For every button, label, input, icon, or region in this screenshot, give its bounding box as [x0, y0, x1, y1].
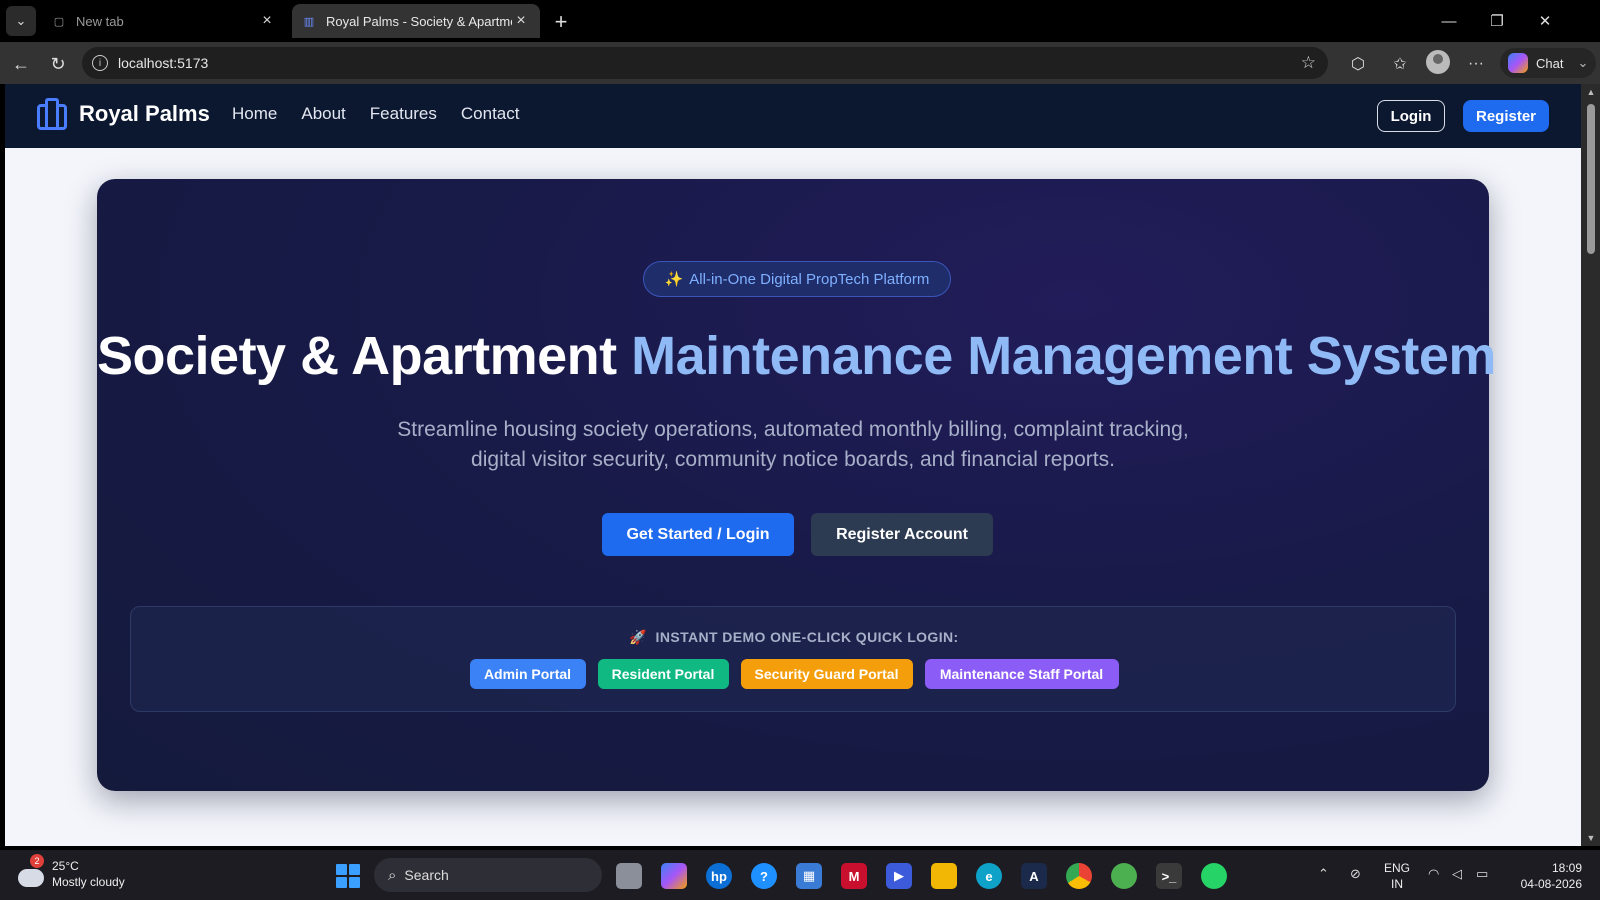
brand-logo[interactable]: Royal Palms — [37, 98, 210, 130]
volume-icon[interactable]: ◁ — [1452, 866, 1462, 882]
scroll-up-arrow-icon[interactable]: ▲ — [1585, 87, 1597, 97]
time: 18:09 — [1551, 861, 1582, 875]
cloud-icon — [18, 869, 44, 887]
tab-list-chevron-icon[interactable]: ⌄ — [6, 6, 36, 36]
more-menu-icon[interactable]: ··· — [1464, 52, 1488, 76]
register-button[interactable]: Register — [1463, 100, 1549, 132]
brand-name: Royal Palms — [79, 101, 210, 126]
close-tab-icon[interactable]: × — [512, 12, 530, 30]
page-scrollbar[interactable]: ▲ ▼ — [1581, 84, 1600, 846]
copilot-chat-button[interactable]: Chat ⌄ — [1500, 48, 1596, 78]
mongodb-compass-icon[interactable] — [1111, 863, 1137, 889]
browser-address-bar: ← ↻ i localhost:5173 ☆ ⬡ ✩ ··· — [0, 42, 1600, 84]
rocket-icon: 🚀 — [629, 629, 648, 645]
url-field[interactable]: i localhost:5173 ☆ — [82, 47, 1328, 79]
nav-link-features[interactable]: Features — [370, 104, 437, 124]
hp-app-icon[interactable]: hp — [706, 863, 732, 889]
get-started-login-button[interactable]: Get Started / Login — [602, 513, 794, 556]
site-navbar: Royal Palms Home About Features Contact … — [5, 84, 1581, 148]
tab-royal-palms[interactable]: ▥ Royal Palms - Society & Apartment × — [292, 4, 540, 38]
notifications-muted-icon[interactable]: ⊘ — [1350, 866, 1361, 882]
search-icon: ⌕ — [388, 866, 397, 884]
reload-icon[interactable]: ↻ — [45, 51, 71, 77]
restore-icon[interactable]: ❐ — [1474, 8, 1520, 34]
new-tab-plus-icon[interactable]: + — [548, 9, 574, 35]
nav-link-about[interactable]: About — [301, 104, 345, 124]
page-viewport: Royal Palms Home About Features Contact … — [5, 84, 1581, 846]
back-arrow-icon[interactable]: ← — [8, 51, 34, 77]
tab-new-tab[interactable]: ▢ New tab × — [42, 4, 286, 38]
demo-title: 🚀 INSTANT DEMO ONE-CLICK QUICK LOGIN: — [131, 629, 1457, 646]
url-text: localhost:5173 — [118, 55, 209, 71]
building-icon — [37, 98, 67, 130]
resident-portal-button[interactable]: Resident Portal — [597, 659, 729, 689]
clock[interactable]: 18:09 04-08-2026 — [1510, 860, 1582, 892]
terminal-icon[interactable]: >_ — [1156, 863, 1182, 889]
chat-label: Chat — [1536, 55, 1564, 71]
taskbar-search[interactable]: ⌕ Search — [374, 858, 602, 892]
copilot-icon — [1508, 53, 1528, 73]
browser-tab-bar: ⌄ ▢ New tab × ▥ Royal Palms - Society & … — [0, 0, 1600, 42]
task-view-icon[interactable] — [616, 863, 642, 889]
scrollbar-thumb[interactable] — [1587, 104, 1595, 254]
chevron-down-icon: ⌄ — [1577, 55, 1589, 70]
edge-browser-icon[interactable]: e — [976, 863, 1002, 889]
security-guard-portal-button[interactable]: Security Guard Portal — [740, 659, 913, 689]
search-label: Search — [404, 867, 449, 883]
close-window-icon[interactable]: ✕ — [1522, 8, 1568, 34]
temperature: 25°C — [52, 859, 79, 873]
sparkles-icon: ✨ — [664, 271, 684, 288]
nav-link-home[interactable]: Home — [232, 104, 277, 124]
tray-overflow-chevron-icon[interactable]: ⌃ — [1318, 866, 1329, 882]
media-player-icon[interactable]: ▶ — [886, 863, 912, 889]
date: 04-08-2026 — [1520, 877, 1582, 891]
nav-links: Home About Features Contact — [232, 104, 519, 124]
headline-part-white: Society & Apartment — [97, 326, 617, 386]
register-account-button[interactable]: Register Account — [811, 513, 993, 556]
copilot-app-icon[interactable] — [661, 863, 687, 889]
hero-subtitle: Streamline housing society operations, a… — [397, 418, 1189, 471]
profile-avatar[interactable] — [1426, 50, 1450, 74]
favorite-star-icon[interactable]: ☆ — [1301, 53, 1316, 73]
tab-label: Royal Palms - Society & Apartment — [326, 13, 512, 29]
language-indicator[interactable]: ENG IN — [1384, 860, 1410, 892]
mcafee-shield-icon[interactable]: M — [841, 863, 867, 889]
windows-start-icon[interactable] — [336, 864, 360, 888]
site-info-icon[interactable]: i — [92, 55, 108, 71]
nav-link-contact[interactable]: Contact — [461, 104, 520, 124]
wifi-icon[interactable]: ◠ — [1428, 866, 1439, 882]
platform-badge: ✨ All-in-One Digital PropTech Platform — [643, 261, 951, 297]
minimize-icon[interactable]: — — [1426, 8, 1472, 34]
favorites-icon[interactable]: ✩ — [1388, 52, 1412, 76]
store-icon[interactable]: ▦ — [796, 863, 822, 889]
file-explorer-icon[interactable] — [931, 863, 957, 889]
azure-data-studio-icon[interactable]: A — [1021, 863, 1047, 889]
portal-buttons: Admin Portal Resident Portal Security Gu… — [131, 659, 1457, 689]
help-icon[interactable]: ? — [751, 863, 777, 889]
weather-condition: Mostly cloudy — [52, 875, 125, 889]
close-tab-icon[interactable]: × — [258, 12, 276, 30]
tab-label: New tab — [76, 13, 124, 29]
building-favicon-icon: ▥ — [303, 15, 315, 28]
windows-taskbar: 25°C Mostly cloudy 2 ⌕ Search hp ? ▦ M ▶… — [0, 850, 1600, 900]
demo-quick-login-panel: 🚀 INSTANT DEMO ONE-CLICK QUICK LOGIN: Ad… — [130, 606, 1456, 712]
admin-portal-button[interactable]: Admin Portal — [469, 659, 586, 689]
battery-icon[interactable]: ▭ — [1476, 866, 1488, 882]
headline-part-blue: Maintenance Management System — [631, 326, 1496, 386]
whatsapp-icon[interactable] — [1201, 863, 1227, 889]
hero-section: ✨ All-in-One Digital PropTech Platform S… — [97, 179, 1496, 791]
extensions-icon[interactable]: ⬡ — [1346, 52, 1370, 76]
weather-alert-badge: 2 — [30, 854, 44, 868]
hero-headline: Society & Apartment Maintenance Manageme… — [97, 325, 1496, 387]
chrome-icon[interactable] — [1066, 863, 1092, 889]
badge-label: All-in-One Digital PropTech Platform — [689, 270, 930, 288]
login-button[interactable]: Login — [1377, 100, 1445, 132]
maintenance-staff-portal-button[interactable]: Maintenance Staff Portal — [924, 659, 1119, 689]
demo-title-text: INSTANT DEMO ONE-CLICK QUICK LOGIN: — [655, 629, 959, 645]
scroll-down-arrow-icon[interactable]: ▼ — [1585, 833, 1597, 843]
new-tab-page-icon: ▢ — [53, 15, 65, 28]
